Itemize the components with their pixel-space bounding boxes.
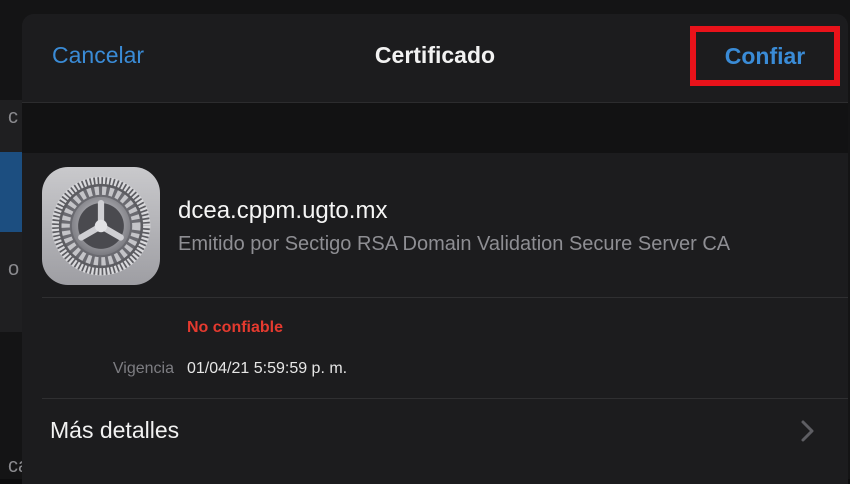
validity-label: Vigencia <box>112 360 174 377</box>
background-list-row <box>0 232 22 332</box>
cancel-button[interactable]: Cancelar <box>52 42 144 69</box>
trust-status: No confiable <box>187 319 284 336</box>
navigation-title-text: Certificado <box>374 42 496 68</box>
more-details-row[interactable]: Más detalles <box>22 399 848 463</box>
divider <box>42 297 848 298</box>
more-details-label: Más detalles <box>50 417 180 443</box>
chevron-right-icon <box>801 420 814 442</box>
background-selected-row <box>0 152 22 232</box>
background-text: o <box>8 258 20 280</box>
navigation-bar: Cancelar Certificado Confiar <box>22 14 848 103</box>
certificate-sheet: Cancelar Certificado Confiar dcea.cppm.u… <box>22 14 848 484</box>
certificate-issuer: Emitido por Sectigo RSA Domain Validatio… <box>178 233 731 255</box>
validity-value: 01/04/21 5:59:59 p. m. <box>187 360 348 377</box>
trust-button[interactable]: Confiar <box>690 26 840 86</box>
gear-icon <box>51 176 151 276</box>
section-spacer <box>22 103 848 153</box>
trust-button-label: Confiar <box>724 42 806 69</box>
background-text: c <box>8 106 18 128</box>
certificate-info: dcea.cppm.ugto.mx Emitido por Sectigo RS… <box>22 153 848 484</box>
certificate-name: dcea.cppm.ugto.mx <box>178 197 388 224</box>
settings-gear-icon <box>42 167 160 285</box>
